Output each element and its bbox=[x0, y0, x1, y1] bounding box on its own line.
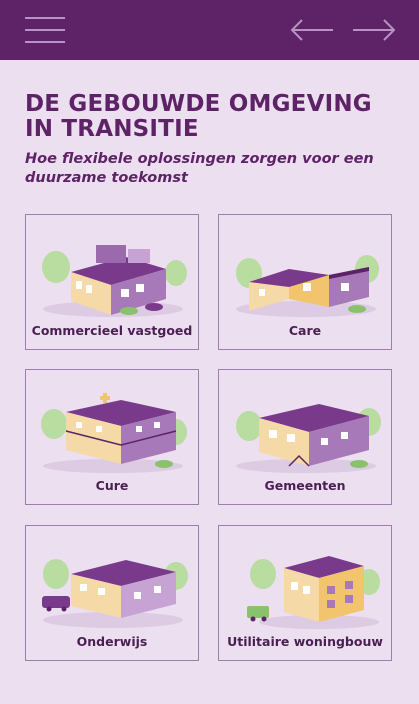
commercial-building-illustration bbox=[42, 245, 187, 317]
page-title: DE GEBOUWDE OMGEVING IN TRANSITIE bbox=[25, 91, 372, 142]
hospital-building-illustration bbox=[41, 393, 187, 473]
page-subtitle: Hoe flexibele oplossingen zorgen voor ee… bbox=[25, 151, 374, 186]
card-label: Care bbox=[288, 323, 322, 338]
card-care[interactable]: Care bbox=[218, 214, 392, 350]
card-label: Commercieel vastgoed bbox=[31, 323, 193, 338]
card-label: Utilitaire woningbouw bbox=[227, 634, 383, 649]
top-bar bbox=[0, 0, 419, 60]
card-utilitaire-woningbouw[interactable]: Utilitaire woningbouw bbox=[218, 525, 392, 661]
card-cure[interactable]: Cure bbox=[25, 369, 199, 505]
hamburger-menu-icon[interactable] bbox=[25, 17, 65, 43]
care-building-illustration bbox=[236, 255, 379, 317]
card-label: Cure bbox=[95, 478, 129, 493]
card-onderwijs[interactable]: Onderwijs bbox=[25, 525, 199, 661]
card-gemeenten[interactable]: Gemeenten bbox=[218, 369, 392, 505]
arrow-right-icon[interactable] bbox=[352, 18, 396, 42]
card-label: Gemeenten bbox=[264, 478, 346, 493]
school-building-illustration bbox=[42, 559, 188, 628]
card-label: Onderwijs bbox=[76, 634, 148, 649]
residential-building-illustration bbox=[247, 556, 380, 629]
arrow-left-icon[interactable] bbox=[290, 18, 334, 42]
card-commercieel-vastgoed[interactable]: Commercieel vastgoed bbox=[25, 214, 199, 350]
municipal-building-illustration bbox=[236, 404, 381, 473]
